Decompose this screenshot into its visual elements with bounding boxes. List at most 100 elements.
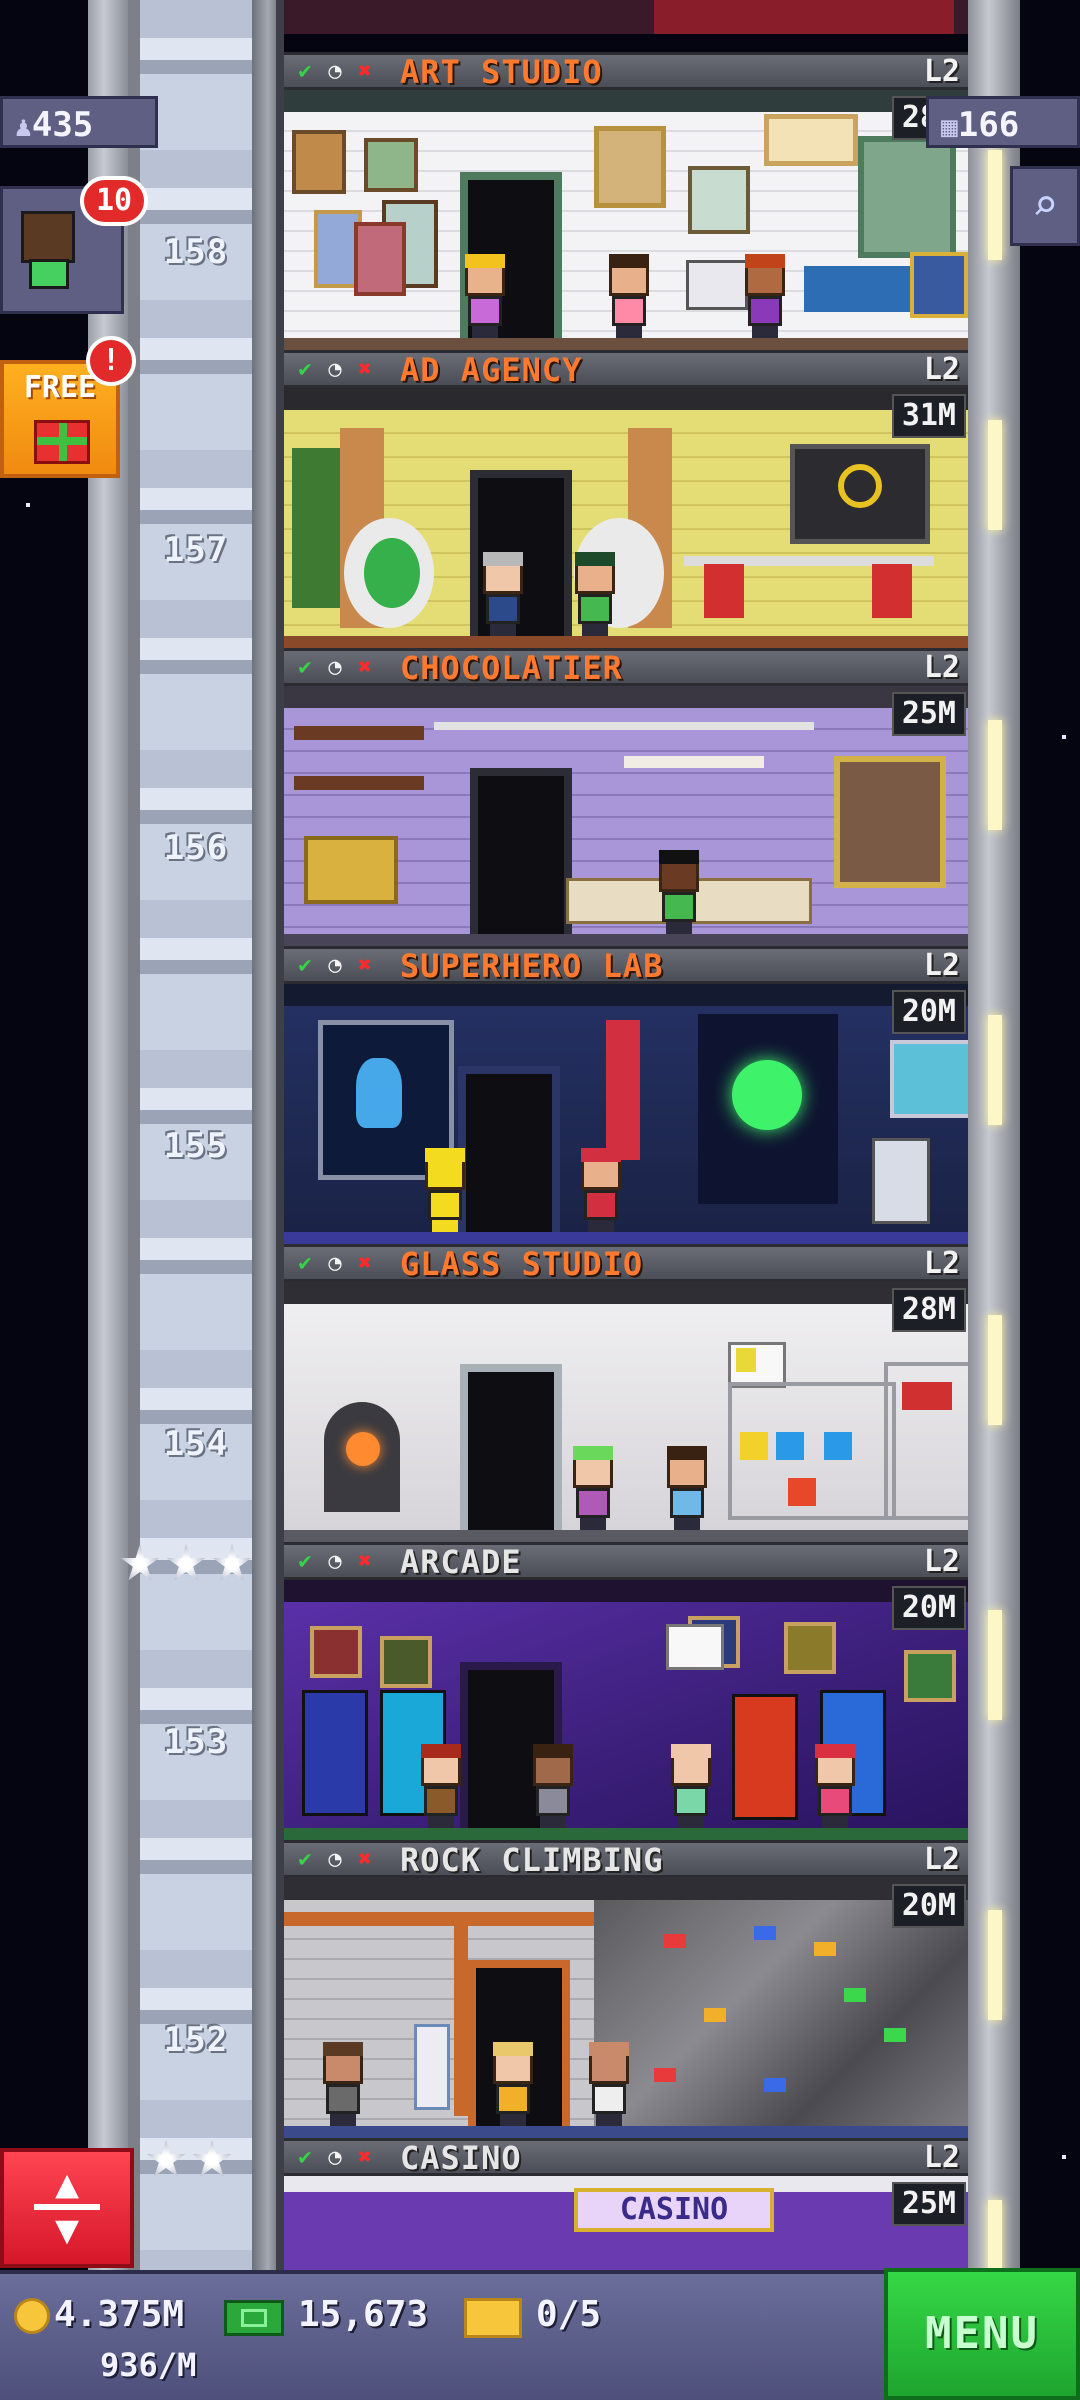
close-icon: ✖ (358, 59, 372, 84)
close-icon: ✖ (358, 1251, 372, 1276)
bux-value: 15,673 (298, 2294, 429, 2335)
floor-level: L2 (923, 1842, 960, 1877)
floor-title-bar: ✔ ◔ ✖ ARCADE L2 (284, 1542, 968, 1580)
free-gift-alert-badge: ! (86, 336, 136, 386)
floor-level: L2 (923, 54, 960, 89)
menu-button[interactable]: MENU (884, 2268, 1080, 2400)
check-icon: ✔ (298, 953, 312, 978)
floor-price-tag: 25M (891, 692, 966, 736)
star-decoration (1062, 2155, 1066, 2159)
floor-title-bar: ✔ ◔ ✖ AD AGENCY L2 (284, 350, 968, 388)
close-icon: ✖ (358, 655, 372, 680)
floor-room: CASINO (284, 2176, 968, 2270)
star-icon (146, 2140, 186, 2177)
floor-rating-stars (120, 1544, 252, 1584)
floor-number-153: 153 (163, 1722, 229, 1762)
floor-number-158: 158 (163, 232, 229, 272)
close-icon: ✖ (358, 357, 372, 382)
floor-room (284, 1878, 968, 2138)
floor-name: GLASS STUDIO (400, 1245, 644, 1283)
clock-icon: ◔ (328, 1847, 342, 1872)
window-light (988, 1910, 1002, 2020)
floor-title-bar: ✔ ◔ ✖ SUPERHERO LAB L2 (284, 946, 968, 984)
building-icon: ▦ (941, 110, 958, 143)
floor-level: L2 (923, 650, 960, 685)
check-icon: ✔ (298, 357, 312, 382)
floor-casino[interactable]: ✔ ◔ ✖ CASINO L2 CASINO 25M (284, 2138, 968, 2270)
search-icon[interactable]: ⌕ (1010, 166, 1080, 246)
floor-chocolatier[interactable]: ✔ ◔ ✖ CHOCOLATIER L2 25M (284, 648, 968, 946)
floor-number-157: 157 (163, 530, 229, 570)
floor-title-bar: ✔ ◔ ✖ CASINO L2 (284, 2138, 968, 2176)
income-rate: 936/M (100, 2346, 197, 2384)
person-icon: ♟ (15, 110, 32, 143)
avatar (21, 211, 75, 263)
floor-level: L2 (923, 352, 960, 387)
floor-number-154: 154 (163, 1424, 229, 1464)
floor-title-bar: ✔ ◔ ✖ GLASS STUDIO L2 (284, 1244, 968, 1282)
close-icon: ✖ (358, 2145, 372, 2170)
star-icon (166, 1544, 206, 1581)
floor-name: ART STUDIO (400, 53, 603, 91)
close-icon: ✖ (358, 953, 372, 978)
window-light (988, 720, 1002, 830)
floor-name: CHOCOLATIER (400, 649, 623, 687)
clock-icon: ◔ (328, 1251, 342, 1276)
check-icon: ✔ (298, 1847, 312, 1872)
floor-art-studio[interactable]: ✔◔✖ ART STUDIO L2 28M (284, 52, 968, 350)
floor-ad-agency[interactable]: ✔ ◔ ✖ AD AGENCY L2 31M (284, 350, 968, 648)
clock-icon: ◔ (328, 1549, 342, 1574)
floor-rock-climbing[interactable]: ✔ ◔ ✖ ROCK CLIMBING L2 20M (284, 1840, 968, 2138)
floor-title-bar: ✔ ◔ ✖ ART STUDIO L2 (284, 52, 968, 90)
floor-level: L2 (923, 2140, 960, 2175)
floor-room (284, 1580, 968, 1840)
arrow-up-icon: ▲ (54, 2161, 80, 2207)
golden-ticket-icon (464, 2298, 522, 2338)
coin-icon (14, 2298, 50, 2334)
population-value: 435 (31, 105, 94, 145)
bux-icon (224, 2300, 284, 2336)
floor-glass-studio[interactable]: ✔ ◔ ✖ GLASS STUDIO L2 28M (284, 1244, 968, 1542)
floor-level: L2 (923, 948, 960, 983)
floor-room (284, 388, 968, 648)
floor-number-155: 155 (163, 1126, 229, 1166)
floor-price-tag: 20M (891, 1586, 966, 1630)
floor-number-156: 156 (163, 828, 229, 868)
window-light (988, 1610, 1002, 1720)
window-light (988, 150, 1002, 260)
window-light (988, 1015, 1002, 1125)
casino-sign: CASINO (574, 2188, 774, 2232)
star-icon (192, 2140, 232, 2177)
check-icon: ✔ (298, 2145, 312, 2170)
population-counter[interactable]: ♟435 (0, 96, 158, 148)
floor-room (284, 90, 968, 350)
floor-level: L2 (923, 1544, 960, 1579)
building-frame-left (276, 0, 284, 2270)
floor-room (284, 1282, 968, 1542)
floor-arcade[interactable]: ✔ ◔ ✖ ARCADE L2 20M (284, 1542, 968, 1840)
floor-price-tag: 25M (891, 2182, 966, 2226)
floor-name: SUPERHERO LAB (400, 947, 664, 985)
floor-title-bar: ✔ ◔ ✖ ROCK CLIMBING L2 (284, 1840, 968, 1878)
floor-name: ARCADE (400, 1543, 522, 1581)
window-light (988, 1315, 1002, 1425)
floor-count-value: 166 (957, 105, 1020, 145)
floor-price-tag: 28M (891, 1288, 966, 1332)
floor-room (284, 984, 968, 1244)
window-light (988, 420, 1002, 530)
check-icon: ✔ (298, 59, 312, 84)
floor-count-counter[interactable]: ▦166 (926, 96, 1080, 148)
star-icon (212, 1544, 252, 1581)
elevator-button[interactable]: ▲ ▼ (0, 2148, 134, 2268)
clock-icon: ◔ (328, 2145, 342, 2170)
clock-icon: ◔ (328, 59, 342, 84)
floor-level: L2 (923, 1246, 960, 1281)
star-icon (120, 1544, 160, 1581)
floor-159-partial (284, 0, 968, 34)
floor-title-bar: ✔ ◔ ✖ CHOCOLATIER L2 (284, 648, 968, 686)
floor-superhero-lab[interactable]: ✔ ◔ ✖ SUPERHERO LAB L2 20M (284, 946, 968, 1244)
floor-name: CASINO (400, 2139, 522, 2177)
star-decoration (26, 503, 30, 507)
floor-name: ROCK CLIMBING (400, 1841, 664, 1879)
close-icon: ✖ (358, 1847, 372, 1872)
